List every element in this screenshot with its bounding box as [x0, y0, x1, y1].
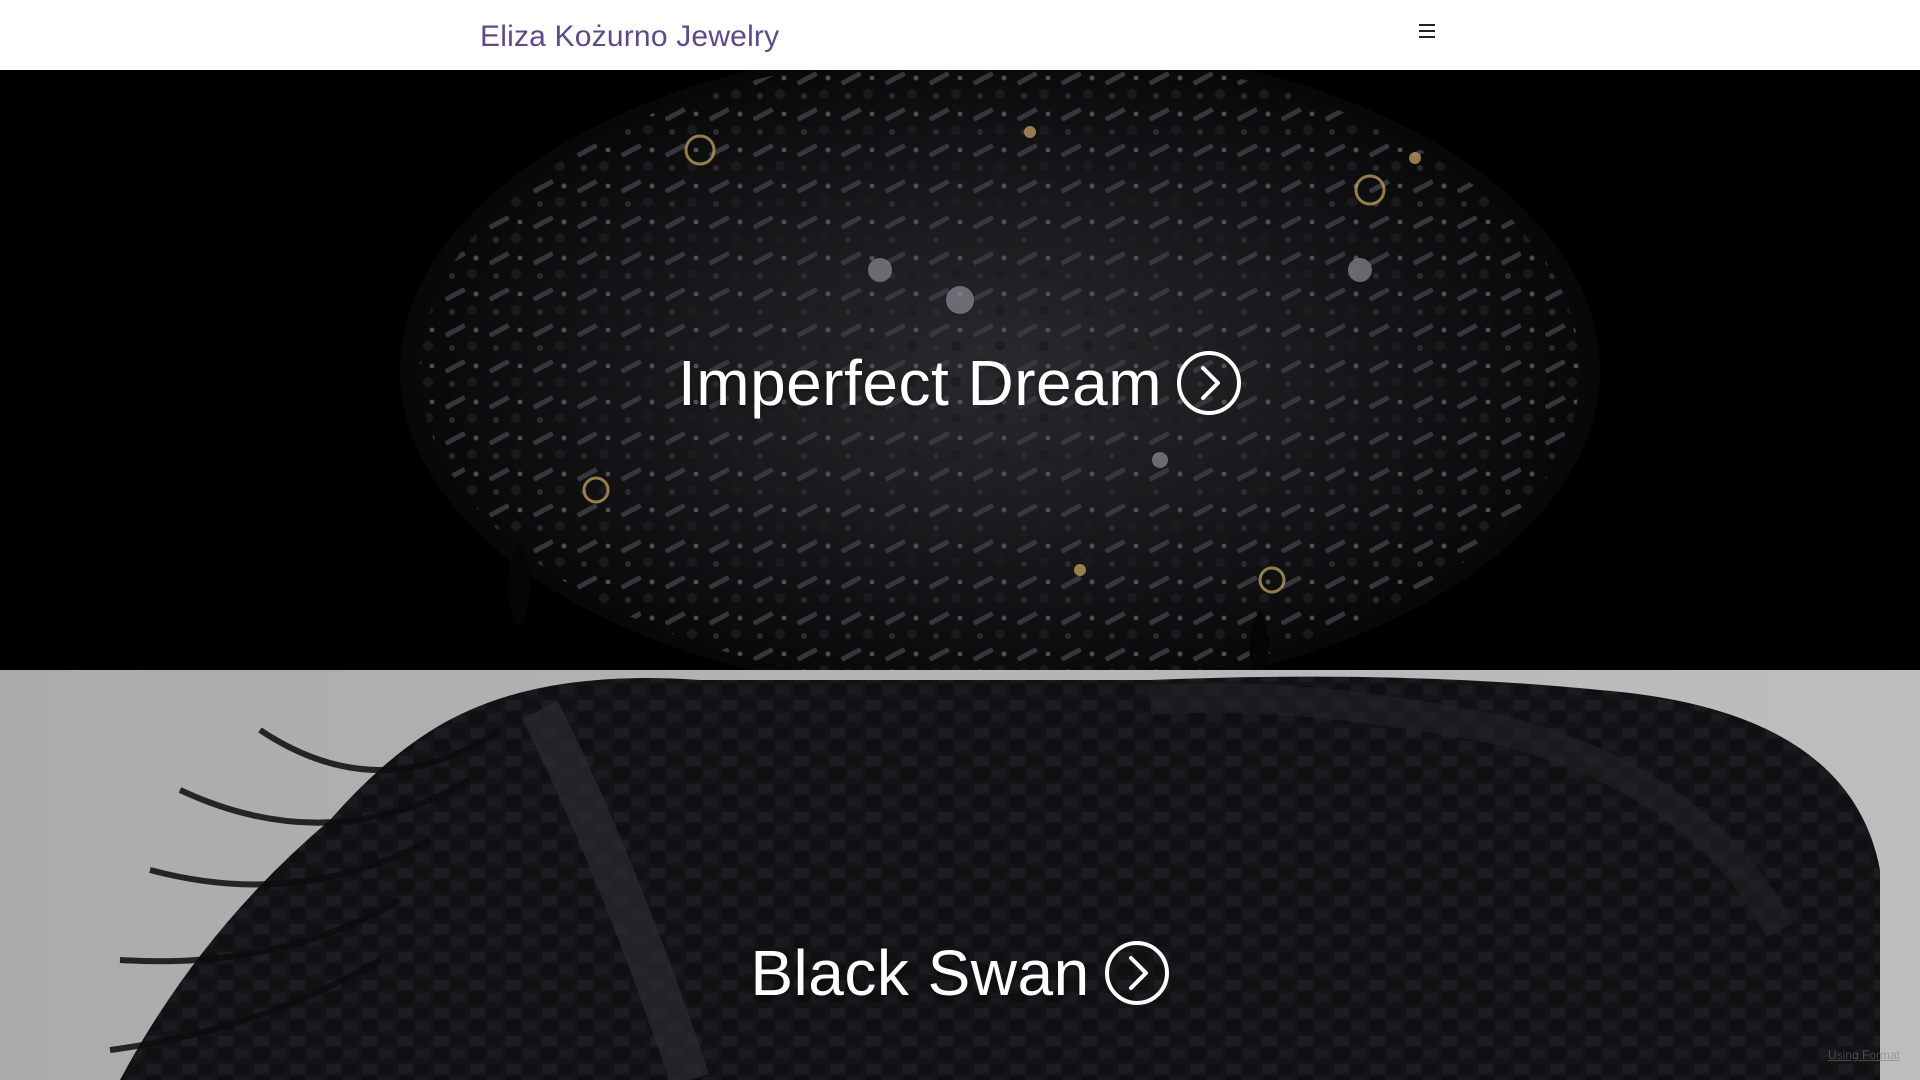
circle-chevron-right-icon[interactable] — [1104, 940, 1170, 1006]
site-title-link[interactable]: Eliza Kożurno Jewelry — [480, 20, 779, 54]
menu-line — [1419, 30, 1435, 32]
site-header: Eliza Kożurno Jewelry — [0, 0, 1920, 70]
circle-chevron-right-icon[interactable] — [1176, 350, 1242, 416]
gallery-panel-black-swan[interactable]: Black Swan Using Format — [0, 670, 1920, 1080]
menu-line — [1419, 36, 1435, 38]
gallery-panel-imperfect-dream[interactable]: Imperfect Dream — [0, 70, 1920, 670]
panel-title: Black Swan — [750, 937, 1090, 1009]
hamburger-menu-icon[interactable] — [1414, 18, 1440, 44]
menu-line — [1419, 24, 1435, 26]
using-format-link[interactable]: Using Format — [1828, 1048, 1900, 1062]
black-swan-link[interactable]: Black Swan — [0, 928, 1920, 1018]
panel-title: Imperfect Dream — [677, 347, 1163, 419]
imperfect-dream-link[interactable]: Imperfect Dream — [0, 338, 1920, 428]
feathered-bag-image — [0, 670, 1920, 1080]
